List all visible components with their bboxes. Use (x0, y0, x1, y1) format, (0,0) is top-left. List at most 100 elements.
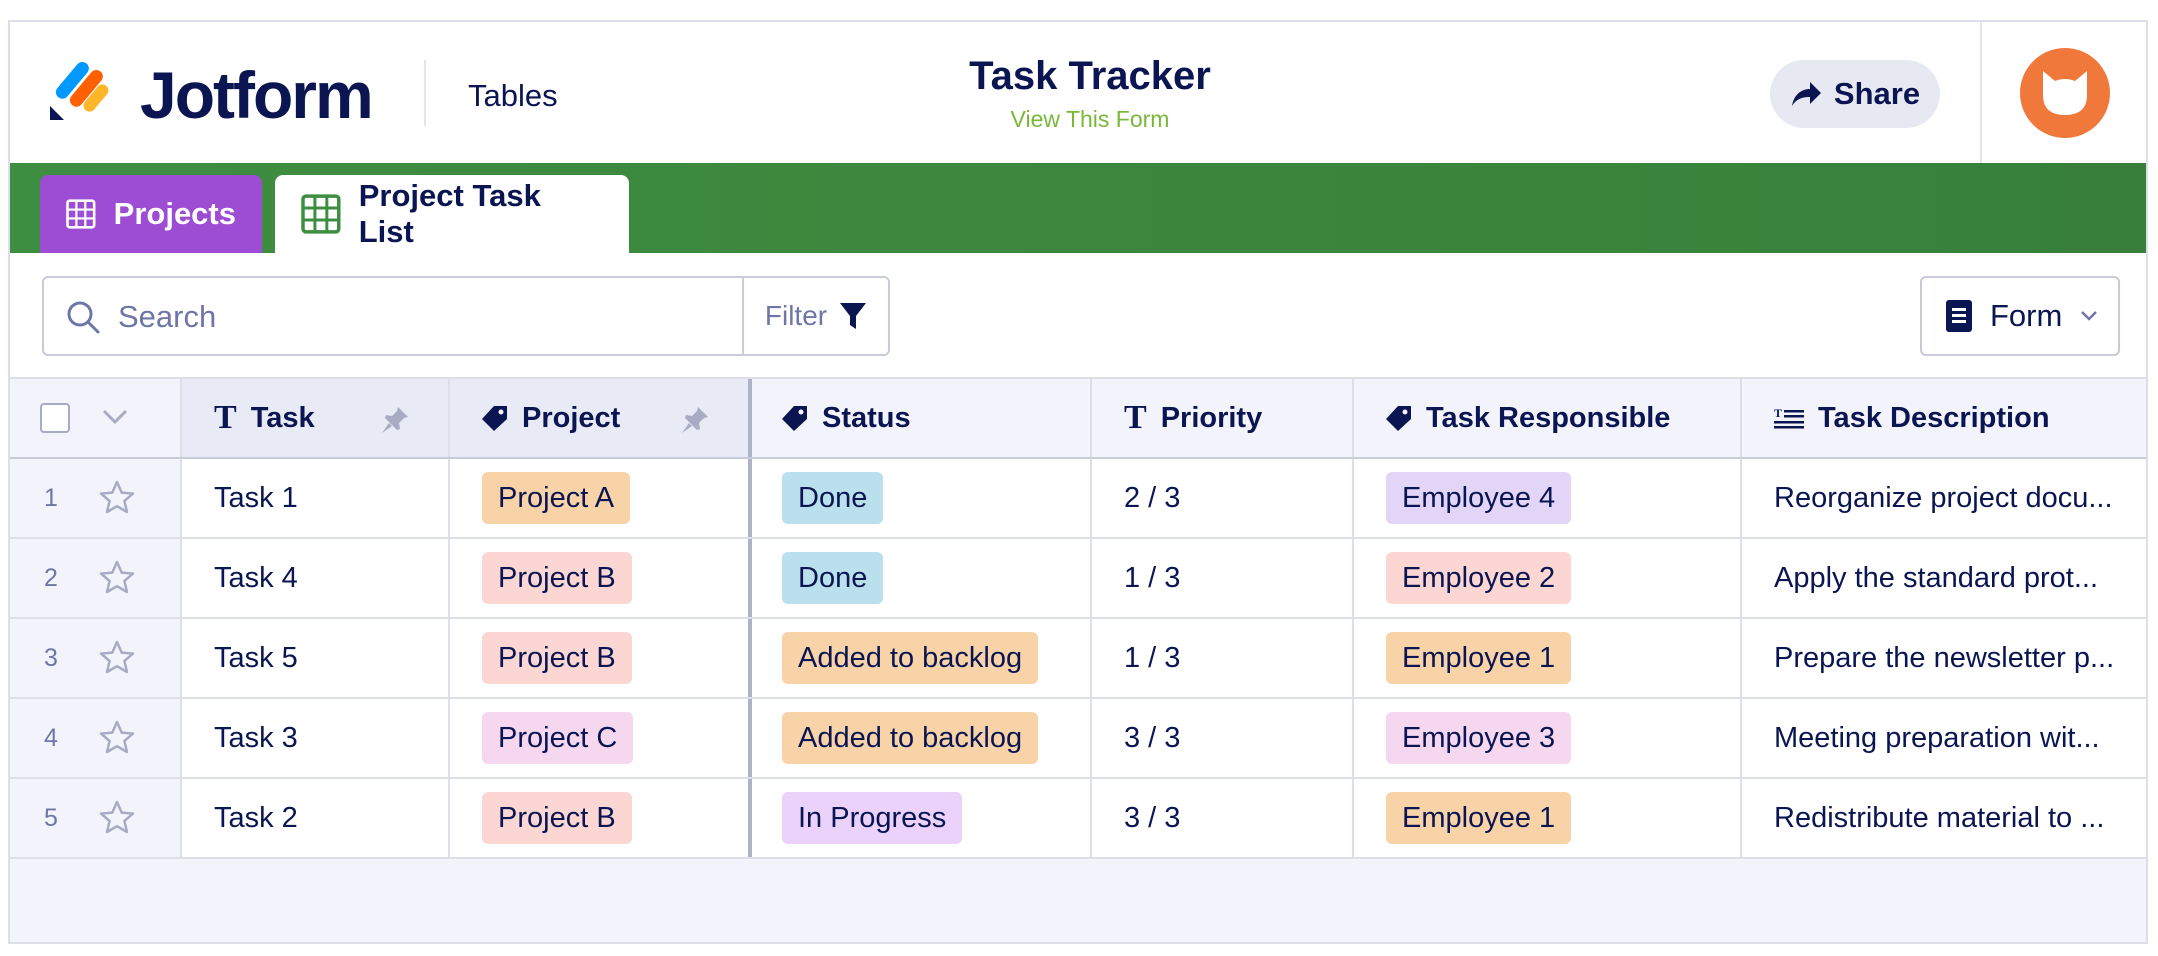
funnel-icon (840, 303, 867, 329)
responsible-cell[interactable]: Employee 1 (1354, 779, 1742, 857)
status-badge: Done (782, 472, 884, 524)
tab-project-task-list[interactable]: Project Task List (275, 175, 629, 253)
priority-cell[interactable]: 3 / 3 (1092, 779, 1354, 857)
project-cell[interactable]: Project C (450, 699, 752, 777)
status-cell[interactable]: Added to backlog (752, 619, 1092, 697)
description-cell[interactable]: Reorganize project docu... (1742, 459, 2146, 537)
column-header-task-description[interactable]: T Task Description (1742, 379, 2146, 457)
filter-label: Filter (764, 300, 828, 331)
pin-icon[interactable] (380, 405, 410, 435)
column-header-priority[interactable]: T Priority (1092, 379, 1354, 457)
column-header-label: Task (250, 401, 315, 434)
star-icon[interactable] (98, 639, 136, 677)
text-type-icon: T (214, 399, 237, 436)
star-icon[interactable] (98, 799, 136, 837)
description-text: Prepare the newsletter p... (1774, 641, 2115, 674)
share-label: Share (1833, 76, 1921, 111)
status-cell[interactable]: In Progress (752, 779, 1092, 857)
table-row[interactable]: 3 Task 5 Project B Added to backlog 1 / … (10, 619, 2146, 699)
section-label[interactable]: Tables (468, 78, 558, 114)
status-cell[interactable]: Done (752, 539, 1092, 617)
top-header: Jotform Tables Task Tracker View This Fo… (10, 22, 2146, 163)
column-header-task-responsible[interactable]: Task Responsible (1354, 379, 1742, 457)
task-cell[interactable]: Task 2 (182, 779, 450, 857)
column-header-label: Project (522, 401, 621, 434)
search-input[interactable] (116, 290, 760, 344)
row-index-cell: 2 (10, 539, 182, 617)
avatar[interactable] (2020, 48, 2110, 138)
task-cell[interactable]: Task 1 (182, 459, 450, 537)
project-tag: Project A (482, 472, 631, 524)
form-label: Form (1990, 298, 2063, 333)
star-icon[interactable] (98, 559, 136, 597)
share-button[interactable]: Share (1770, 60, 1940, 128)
project-cell[interactable]: Project A (450, 459, 752, 537)
priority-cell[interactable]: 1 / 3 (1092, 619, 1354, 697)
status-cell[interactable]: Added to backlog (752, 699, 1092, 777)
tag-icon (1386, 406, 1411, 431)
column-header-label: Priority (1160, 401, 1263, 434)
pin-icon[interactable] (680, 405, 710, 435)
cat-avatar-icon (2043, 71, 2087, 115)
filter-button[interactable]: Filter (742, 278, 888, 354)
priority-cell[interactable]: 3 / 3 (1092, 699, 1354, 777)
chevron-down-icon (2081, 311, 2098, 321)
brand-name: Jotform (140, 58, 374, 132)
tab-projects[interactable]: Projects (40, 175, 262, 253)
tab-tasks-label: Project Task List (358, 178, 541, 249)
priority-cell[interactable]: 2 / 3 (1092, 459, 1354, 537)
description-cell[interactable]: Prepare the newsletter p... (1742, 619, 2146, 697)
priority-value: 1 / 3 (1124, 561, 1181, 594)
description-cell[interactable]: Apply the standard prot... (1742, 539, 2146, 617)
project-cell[interactable]: Project B (450, 779, 752, 857)
row-number: 2 (44, 563, 58, 592)
priority-cell[interactable]: 1 / 3 (1092, 539, 1354, 617)
task-cell[interactable]: Task 4 (182, 539, 450, 617)
form-view-button[interactable]: Form (1920, 276, 2120, 356)
table-row[interactable]: 2 Task 4 Project B Done 1 / 3 Employee 2… (10, 539, 2146, 619)
star-icon[interactable] (98, 479, 136, 517)
project-tag: Project B (482, 632, 632, 684)
status-cell[interactable]: Done (752, 459, 1092, 537)
column-header-status[interactable]: Status (752, 379, 1092, 457)
column-header-label: Status (822, 401, 911, 434)
column-header-project[interactable]: Project (450, 379, 752, 457)
responsible-cell[interactable]: Employee 1 (1354, 619, 1742, 697)
description-text: Meeting preparation wit... (1774, 721, 2100, 754)
responsible-cell[interactable]: Employee 2 (1354, 539, 1742, 617)
task-cell[interactable]: Task 5 (182, 619, 450, 697)
column-header-task[interactable]: T Task (182, 379, 450, 457)
select-all-cell (10, 379, 182, 457)
project-tag: Project C (482, 712, 634, 764)
responsible-tag: Employee 3 (1386, 712, 1572, 764)
table-row[interactable]: 1 Task 1 Project A Done 2 / 3 Employee 4… (10, 459, 2146, 539)
responsible-cell[interactable]: Employee 4 (1354, 459, 1742, 537)
grid-icon (301, 194, 341, 234)
select-all-checkbox[interactable] (40, 403, 70, 433)
description-text: Redistribute material to ... (1774, 801, 2105, 834)
star-icon[interactable] (98, 719, 136, 757)
task-cell[interactable]: Task 3 (182, 699, 450, 777)
responsible-cell[interactable]: Employee 3 (1354, 699, 1742, 777)
table-row[interactable]: 4 Task 3 Project C Added to backlog 3 / … (10, 699, 2146, 779)
chevron-down-icon[interactable] (102, 409, 128, 425)
priority-value: 2 / 3 (1124, 481, 1181, 514)
row-number: 4 (44, 723, 58, 752)
row-index-cell: 4 (10, 699, 182, 777)
task-name: Task 3 (214, 721, 298, 754)
tag-icon (782, 406, 807, 431)
search-icon (67, 301, 100, 334)
share-arrow-icon (1791, 82, 1821, 106)
responsible-tag: Employee 1 (1386, 632, 1572, 684)
project-cell[interactable]: Project B (450, 619, 752, 697)
row-number: 1 (44, 483, 58, 512)
description-cell[interactable]: Redistribute material to ... (1742, 779, 2146, 857)
project-cell[interactable]: Project B (450, 539, 752, 617)
description-cell[interactable]: Meeting preparation wit... (1742, 699, 2146, 777)
status-badge: Added to backlog (782, 712, 1039, 764)
view-form-link[interactable]: View This Form (910, 106, 1270, 133)
description-text: Reorganize project docu... (1774, 481, 2113, 514)
row-index-cell: 3 (10, 619, 182, 697)
tag-icon (482, 406, 507, 431)
table-row[interactable]: 5 Task 2 Project B In Progress 3 / 3 Emp… (10, 779, 2146, 859)
